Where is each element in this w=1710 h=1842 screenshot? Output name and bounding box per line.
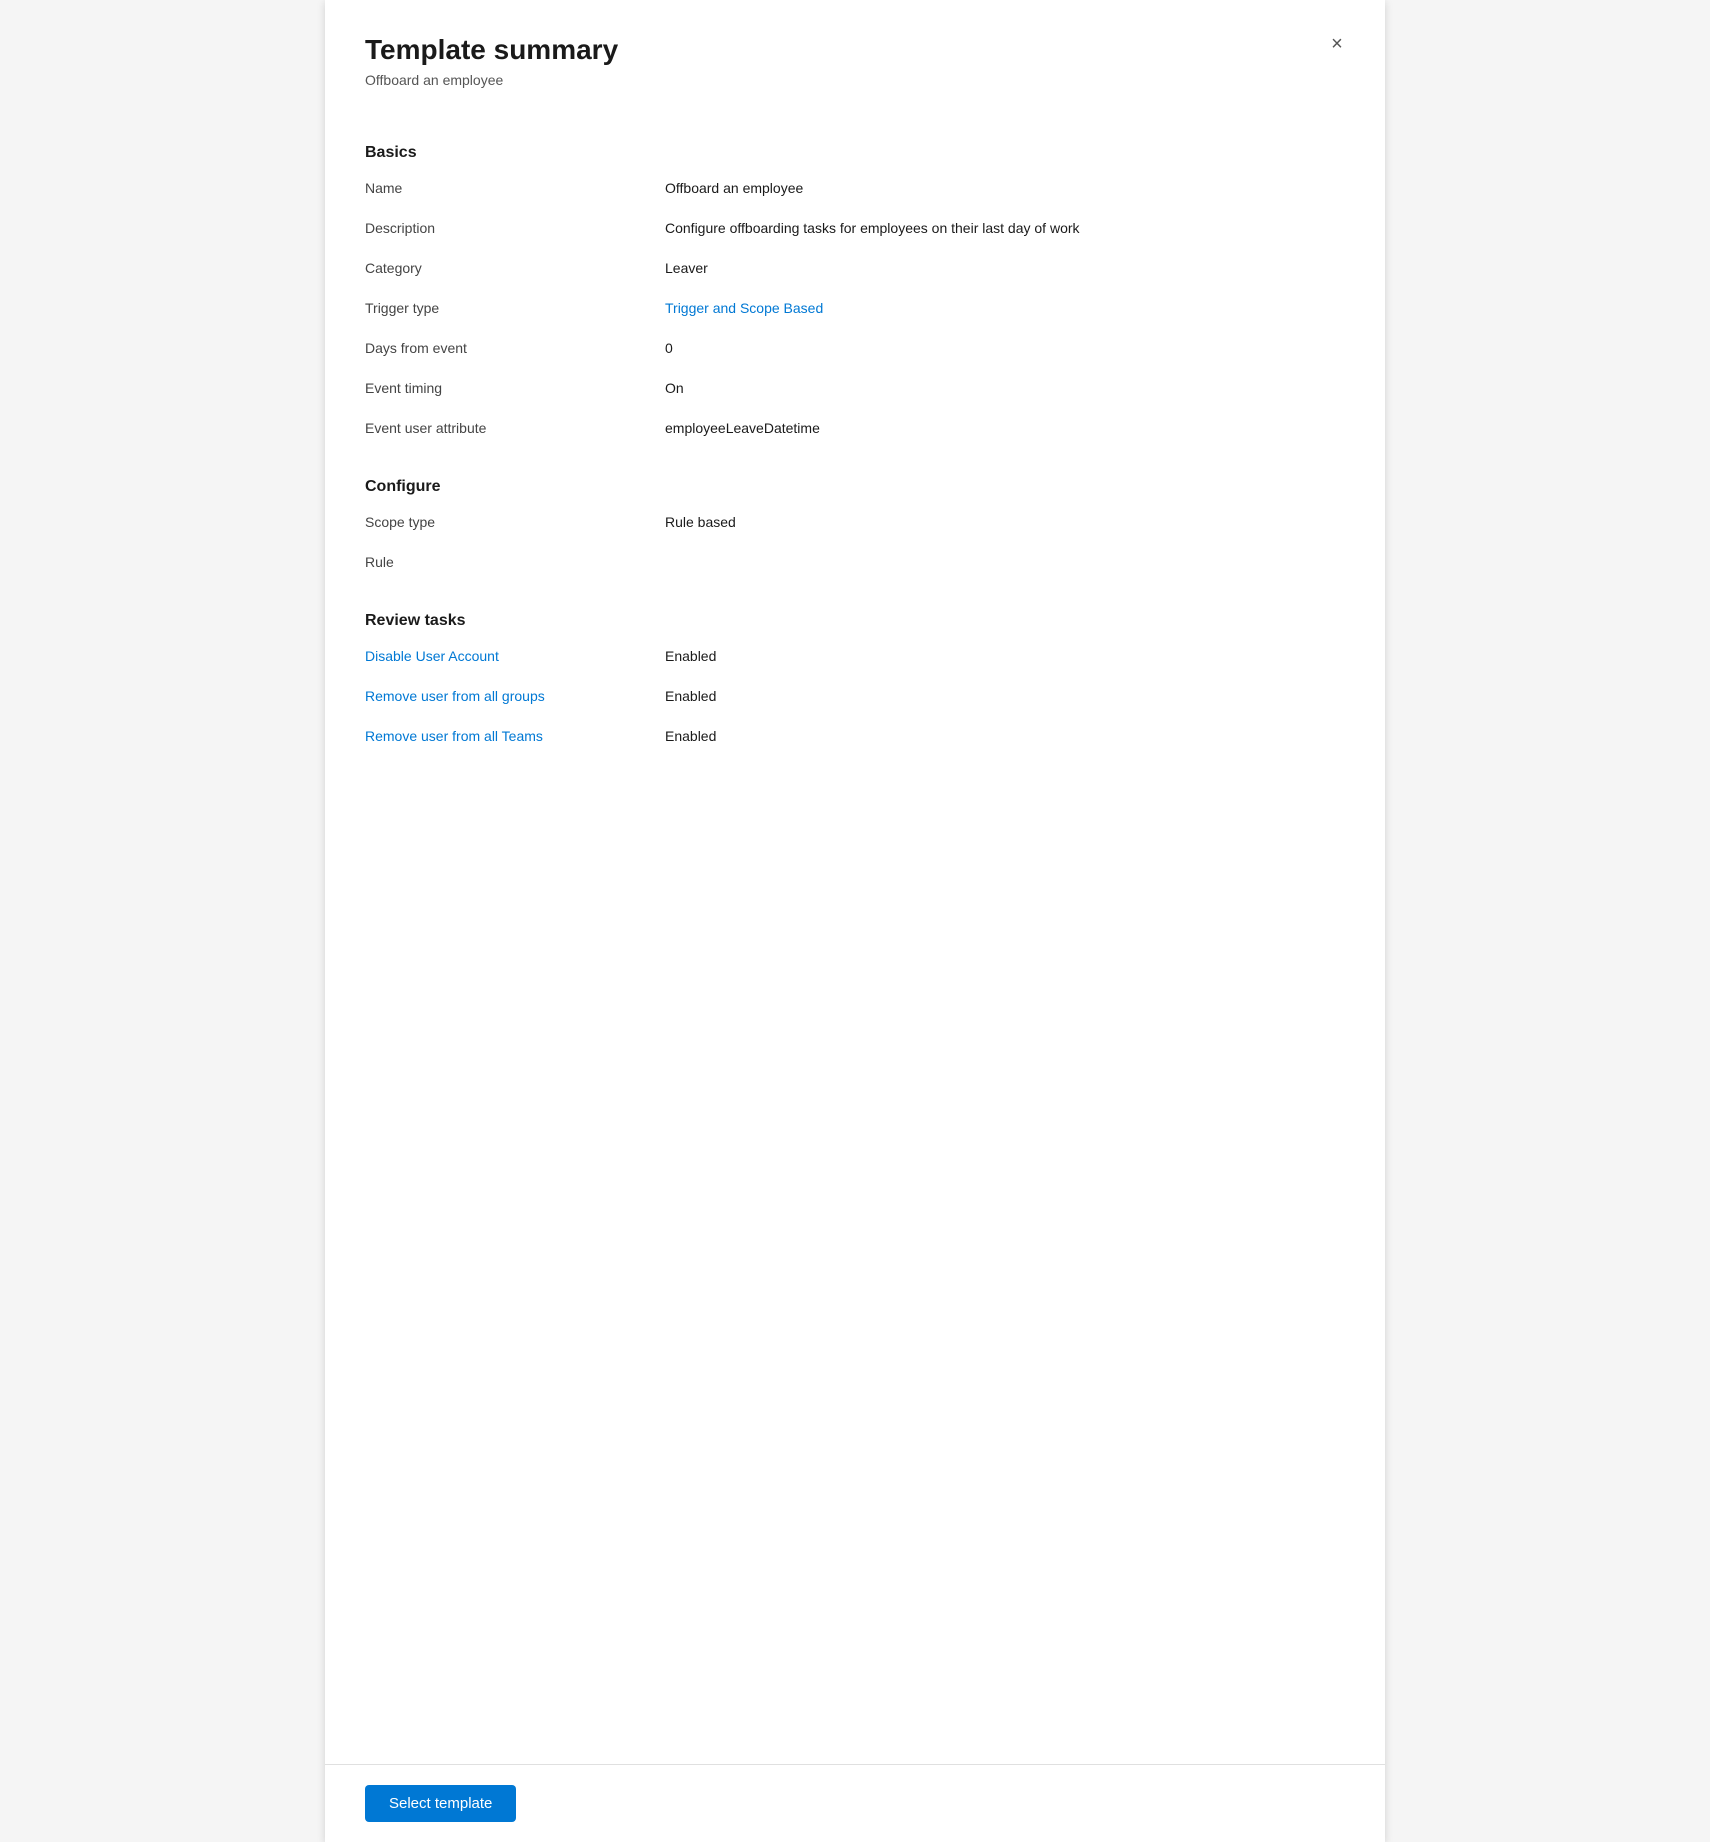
field-value-event-timing: On bbox=[665, 378, 1345, 396]
field-value-description: Configure offboarding tasks for employee… bbox=[665, 218, 1345, 236]
disable-user-account-link: Disable User Account bbox=[365, 648, 499, 664]
field-label-event-timing: Event timing bbox=[365, 378, 665, 396]
field-label-disable-user-account: Disable User Account bbox=[365, 646, 665, 664]
field-row-trigger-type: Trigger type Trigger and Scope Based bbox=[365, 298, 1345, 326]
panel-content: Basics Name Offboard an employee Descrip… bbox=[325, 104, 1385, 1764]
template-summary-panel: Template summary Offboard an employee × … bbox=[325, 0, 1385, 1842]
panel-footer: Select template bbox=[325, 1764, 1385, 1842]
panel-title: Template summary bbox=[365, 32, 1345, 68]
remove-from-teams-link: Remove user from all Teams bbox=[365, 728, 543, 744]
field-row-remove-from-teams: Remove user from all Teams Enabled bbox=[365, 726, 1345, 754]
field-value-event-user-attribute: employeeLeaveDatetime bbox=[665, 418, 1345, 436]
remove-from-groups-link: Remove user from all groups bbox=[365, 688, 545, 704]
field-label-name: Name bbox=[365, 178, 665, 196]
field-value-scope-type: Rule based bbox=[665, 512, 1345, 530]
field-label-category: Category bbox=[365, 258, 665, 276]
field-row-disable-user-account: Disable User Account Enabled bbox=[365, 646, 1345, 674]
field-label-days-from-event: Days from event bbox=[365, 338, 665, 356]
field-value-rule bbox=[665, 552, 1345, 554]
field-value-remove-from-teams: Enabled bbox=[665, 726, 1345, 744]
field-value-remove-from-groups: Enabled bbox=[665, 686, 1345, 704]
select-template-button[interactable]: Select template bbox=[365, 1785, 516, 1822]
field-row-remove-from-groups: Remove user from all groups Enabled bbox=[365, 686, 1345, 714]
basics-heading: Basics bbox=[365, 144, 1345, 162]
field-row-event-user-attribute: Event user attribute employeeLeaveDateti… bbox=[365, 418, 1345, 446]
field-label-scope-type: Scope type bbox=[365, 512, 665, 530]
field-label-remove-from-teams: Remove user from all Teams bbox=[365, 726, 665, 744]
field-row-name: Name Offboard an employee bbox=[365, 178, 1345, 206]
field-row-rule: Rule bbox=[365, 552, 1345, 580]
field-row-days-from-event: Days from event 0 bbox=[365, 338, 1345, 366]
review-tasks-heading: Review tasks bbox=[365, 612, 1345, 630]
field-row-category: Category Leaver bbox=[365, 258, 1345, 286]
field-label-remove-from-groups: Remove user from all groups bbox=[365, 686, 665, 704]
configure-heading: Configure bbox=[365, 478, 1345, 496]
field-label-event-user-attribute: Event user attribute bbox=[365, 418, 665, 436]
panel-header: Template summary Offboard an employee × bbox=[325, 0, 1385, 104]
field-row-event-timing: Event timing On bbox=[365, 378, 1345, 406]
field-value-trigger-type: Trigger and Scope Based bbox=[665, 298, 1345, 316]
field-label-rule: Rule bbox=[365, 552, 665, 570]
review-tasks-section: Review tasks Disable User Account Enable… bbox=[365, 612, 1345, 754]
field-value-disable-user-account: Enabled bbox=[665, 646, 1345, 664]
field-row-scope-type: Scope type Rule based bbox=[365, 512, 1345, 540]
panel-subtitle: Offboard an employee bbox=[365, 72, 1345, 88]
field-label-description: Description bbox=[365, 218, 665, 236]
field-label-trigger-type: Trigger type bbox=[365, 298, 665, 316]
close-button[interactable]: × bbox=[1321, 28, 1353, 60]
field-value-days-from-event: 0 bbox=[665, 338, 1345, 356]
field-value-name: Offboard an employee bbox=[665, 178, 1345, 196]
field-row-description: Description Configure offboarding tasks … bbox=[365, 218, 1345, 246]
configure-section: Configure Scope type Rule based Rule bbox=[365, 478, 1345, 580]
basics-section: Basics Name Offboard an employee Descrip… bbox=[365, 144, 1345, 446]
field-value-category: Leaver bbox=[665, 258, 1345, 276]
